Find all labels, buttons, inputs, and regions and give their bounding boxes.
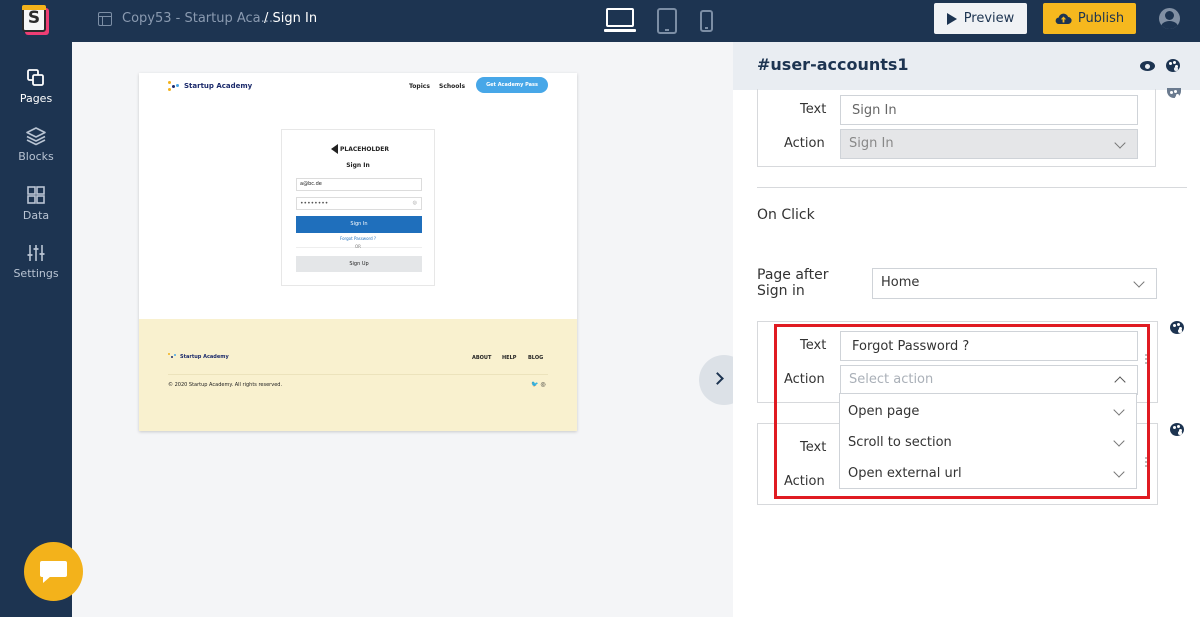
signin-text-input[interactable] [840, 95, 1138, 125]
signin-action-value: Sign In [849, 136, 894, 151]
sidebar-item-data[interactable]: Data [0, 185, 72, 222]
canvas-page-preview[interactable]: Startup Academy Topics Schools Get Acade… [139, 73, 577, 431]
canvas-signin-button: Sign In [296, 216, 422, 233]
chat-icon [40, 561, 67, 577]
palette-icon[interactable] [1166, 59, 1180, 72]
desktop-view-icon[interactable] [604, 8, 636, 32]
palette-icon[interactable] [1170, 321, 1184, 334]
app-logo[interactable]: S [22, 5, 49, 36]
canvas-login-card: PLACEHOLDER Sign In a@bc.de •••••••• ◎ S… [281, 129, 435, 286]
footer-brand-text: Startup Academy [180, 353, 229, 360]
placeholder-logo-icon [331, 144, 338, 154]
layers-icon [26, 127, 46, 146]
preview-label: Preview [963, 11, 1015, 26]
chat-support-button[interactable] [24, 542, 83, 601]
breadcrumb-page: / Sign In [264, 11, 318, 26]
page-after-signin-value: Home [881, 275, 920, 290]
grid-icon [27, 186, 45, 204]
footer-brand-dots-icon [168, 353, 177, 360]
footer-social-icons: 🐦 ◎ [531, 381, 546, 388]
canvas-signup-button: Sign Up [296, 256, 422, 272]
canvas-card-title: Sign In [346, 162, 370, 169]
sidebar-label-pages: Pages [19, 92, 53, 105]
canvas-footer: Startup Academy ABOUT HELP BLOG © 2020 S… [139, 319, 577, 431]
pages-icon [27, 69, 44, 86]
page-after-signin-select[interactable]: Home [872, 268, 1157, 299]
action-label: Action [784, 136, 825, 151]
highlight-annotation-box [774, 324, 1150, 499]
canvas-password-value: •••••••• [300, 200, 329, 207]
footer-link-about: ABOUT [472, 355, 492, 361]
top-bar: S Copy53 - Startup Aca... / Sign In Prev… [0, 0, 1200, 42]
user-avatar-icon[interactable] [1159, 8, 1180, 29]
sidebar-item-pages[interactable]: Pages [0, 68, 72, 105]
chevron-right-icon [711, 372, 724, 385]
on-click-heading: On Click [757, 207, 815, 223]
cloud-upload-icon [1055, 13, 1072, 25]
show-password-icon: ◎ [412, 200, 417, 206]
footer-copyright: © 2020 Startup Academy. All rights reser… [168, 382, 283, 388]
chevron-down-icon [1114, 137, 1126, 149]
footer-link-help: HELP [502, 355, 517, 361]
canvas-forgot-link: Forgot Password ? [339, 236, 377, 241]
tablet-view-icon[interactable] [657, 8, 677, 34]
sliders-icon [27, 245, 45, 261]
signin-action-select[interactable]: Sign In [840, 129, 1138, 159]
canvas-email-field: a@bc.de [296, 178, 422, 191]
canvas-brand-text: Startup Academy [184, 82, 253, 90]
button-group-signin: Text Action Sign In [757, 89, 1156, 167]
panel-header: #user-accounts1 [733, 42, 1200, 90]
sidebar-label-blocks: Blocks [18, 150, 54, 163]
footer-link-blog: BLOG [528, 355, 544, 361]
palette-icon[interactable] [1167, 88, 1181, 100]
canvas-brand: Startup Academy [168, 81, 252, 91]
canvas-nav-topics: Topics [409, 83, 430, 90]
sidebar-item-settings[interactable]: Settings [0, 243, 72, 280]
panel-title: #user-accounts1 [757, 55, 909, 74]
sidebar-label-data: Data [22, 209, 50, 222]
footer-brand: Startup Academy [168, 353, 229, 360]
preview-button[interactable]: Preview [934, 3, 1027, 34]
layout-icon [98, 12, 112, 26]
canvas-cta-button: Get Academy Pass [476, 77, 548, 93]
chevron-down-icon [1133, 276, 1145, 288]
page-after-signin-label: Page after Sign in [757, 267, 829, 299]
canvas-or-label: OR [355, 244, 361, 249]
breadcrumb-project[interactable]: Copy53 - Startup Aca... [122, 11, 273, 26]
sidebar-label-settings: Settings [13, 267, 59, 280]
left-sidebar: Pages Blocks Data Settings [0, 42, 72, 617]
publish-button[interactable]: Publish [1043, 3, 1136, 34]
play-icon [946, 12, 957, 25]
visibility-eye-icon[interactable] [1140, 61, 1155, 71]
text-label: Text [800, 102, 827, 117]
palette-icon[interactable] [1170, 423, 1184, 436]
placeholder-logo: PLACEHOLDER [331, 144, 389, 154]
canvas-password-field: •••••••• ◎ [296, 197, 422, 210]
brand-dots-icon [168, 81, 180, 91]
mobile-view-icon[interactable] [700, 10, 713, 32]
canvas-nav-schools: Schools [439, 83, 466, 90]
placeholder-logo-text: PLACEHOLDER [340, 145, 390, 153]
sidebar-item-blocks[interactable]: Blocks [0, 126, 72, 163]
publish-label: Publish [1077, 11, 1125, 26]
